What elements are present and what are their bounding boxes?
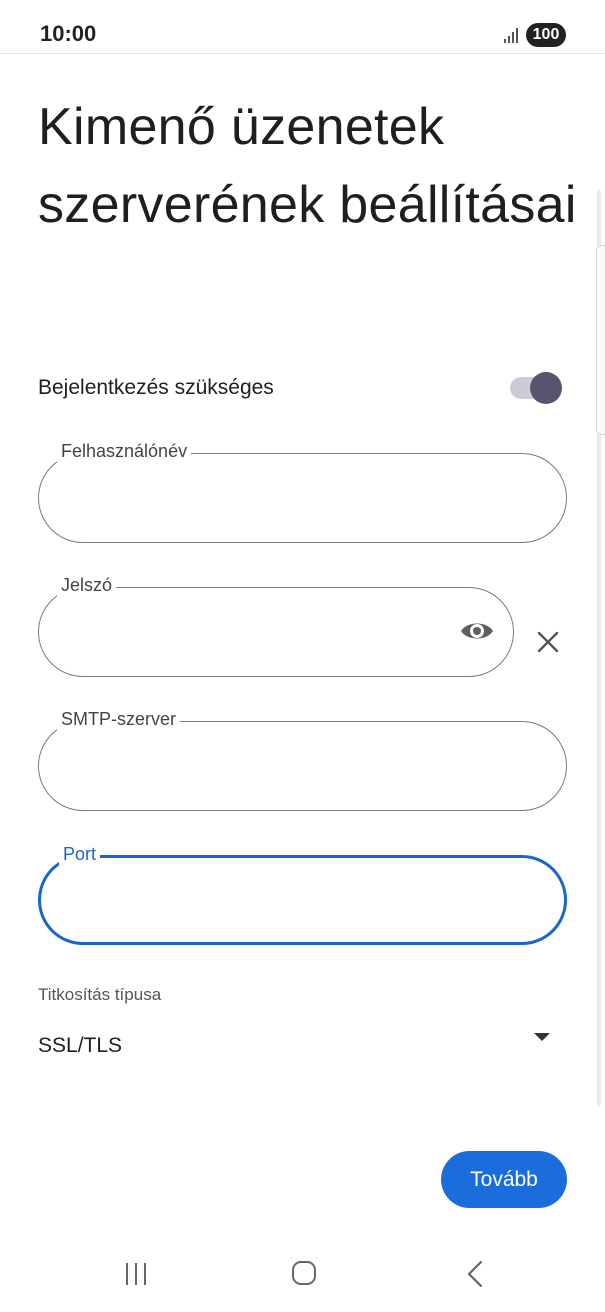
username-field[interactable]: Felhasználónév [38,439,567,543]
smtp-server-field[interactable]: SMTP-szerver [38,707,567,811]
login-required-toggle[interactable] [510,372,562,404]
port-field[interactable]: Port [38,842,567,945]
status-bar: 10:00 100 [0,0,605,54]
password-field[interactable]: Jelszó [38,573,514,677]
smtp-server-label: SMTP-szerver [57,707,181,731]
signal-icon [504,28,518,43]
page-title: Kimenő üzenetek szerverének beállításai [38,98,577,234]
chevron-down-icon [534,1033,550,1041]
toggle-thumb [530,372,562,404]
close-icon[interactable] [536,630,560,654]
username-label: Felhasználónév [57,439,192,463]
home-icon[interactable] [291,1260,317,1286]
login-required-label: Bejelentkezés szükséges [38,376,274,399]
navigation-bar [0,1236,605,1312]
encryption-selected-value: SSL/TLS [38,1034,123,1057]
encryption-type-dropdown[interactable]: SSL/TLS [38,1025,558,1067]
password-input[interactable] [63,616,427,652]
smtp-server-input[interactable] [63,750,487,786]
back-icon[interactable] [464,1260,486,1288]
port-input[interactable] [65,884,489,920]
eye-icon[interactable] [459,618,495,644]
next-button[interactable]: Tovább [441,1151,567,1208]
status-time: 10:00 [40,21,97,46]
password-label: Jelszó [57,573,117,597]
recent-apps-icon[interactable] [122,1262,150,1286]
outgoing-server-settings-screen: 10:00 100 Kimenő üzenetek szerverének be… [0,0,605,1312]
port-label: Port [59,842,101,866]
username-input[interactable] [63,482,487,518]
battery-badge: 100 [526,23,566,47]
scrollbar-thumb[interactable] [596,245,605,435]
encryption-type-label: Titkosítás típusa [38,985,162,1004]
